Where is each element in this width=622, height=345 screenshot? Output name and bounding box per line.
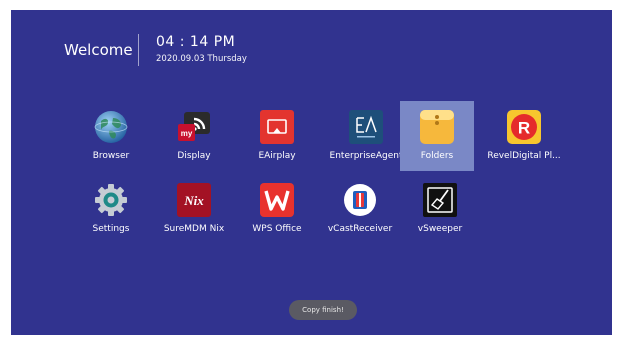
- app-label: Display: [177, 151, 211, 161]
- gear-icon: [95, 184, 127, 216]
- app-label: WPS Office: [252, 224, 302, 234]
- app-vsweeper[interactable]: vSweeper: [403, 174, 477, 244]
- app-label: Settings: [92, 224, 130, 234]
- app-eairplay[interactable]: EAirplay: [240, 101, 314, 171]
- launcher-screen: Welcome 04 : 14 PM 2020.09.03 Thursday B…: [11, 10, 612, 335]
- clock-time: 04 : 14 PM: [156, 34, 236, 50]
- app-enterpriseagent[interactable]: EnterpriseAgent: [329, 101, 403, 171]
- toast-message: Copy finish!: [289, 300, 357, 320]
- svg-text:my: my: [181, 129, 193, 138]
- app-suremdm-nix[interactable]: Nix SureMDM Nix: [157, 174, 231, 244]
- app-display[interactable]: my Display: [157, 101, 231, 171]
- app-label: Folders: [420, 151, 454, 161]
- app-label: vCastReceiver: [327, 224, 393, 234]
- header-divider: [138, 34, 139, 66]
- app-browser[interactable]: Browser: [74, 101, 148, 171]
- app-settings[interactable]: Settings: [74, 174, 148, 244]
- app-label: Browser: [92, 151, 130, 161]
- globe-icon: [94, 111, 128, 143]
- broom-icon: [423, 183, 457, 217]
- wps-icon: [260, 183, 294, 217]
- app-label: SureMDM Nix: [163, 224, 225, 234]
- app-reveldigital[interactable]: R RevelDigital Pl...: [487, 101, 561, 171]
- nix-icon: Nix: [177, 183, 211, 217]
- svg-text:R: R: [518, 119, 530, 138]
- svg-text:Nix: Nix: [183, 193, 204, 208]
- enterprise-agent-icon: [349, 110, 383, 144]
- app-folders[interactable]: Folders: [400, 101, 474, 171]
- vcast-icon: [344, 184, 376, 216]
- app-label: RevelDigital Pl...: [487, 151, 561, 161]
- folder-icon: [420, 110, 454, 144]
- app-vcastreceiver[interactable]: vCastReceiver: [323, 174, 397, 244]
- airplay-icon: [260, 110, 294, 144]
- app-label: EnterpriseAgent: [329, 151, 403, 161]
- app-label: vSweeper: [417, 224, 463, 234]
- welcome-text: Welcome: [64, 41, 133, 59]
- revel-digital-icon: R: [507, 110, 541, 144]
- clock-date: 2020.09.03 Thursday: [156, 54, 247, 64]
- app-label: EAirplay: [258, 151, 296, 161]
- cast-icon: my: [178, 112, 210, 141]
- app-wps-office[interactable]: WPS Office: [240, 174, 314, 244]
